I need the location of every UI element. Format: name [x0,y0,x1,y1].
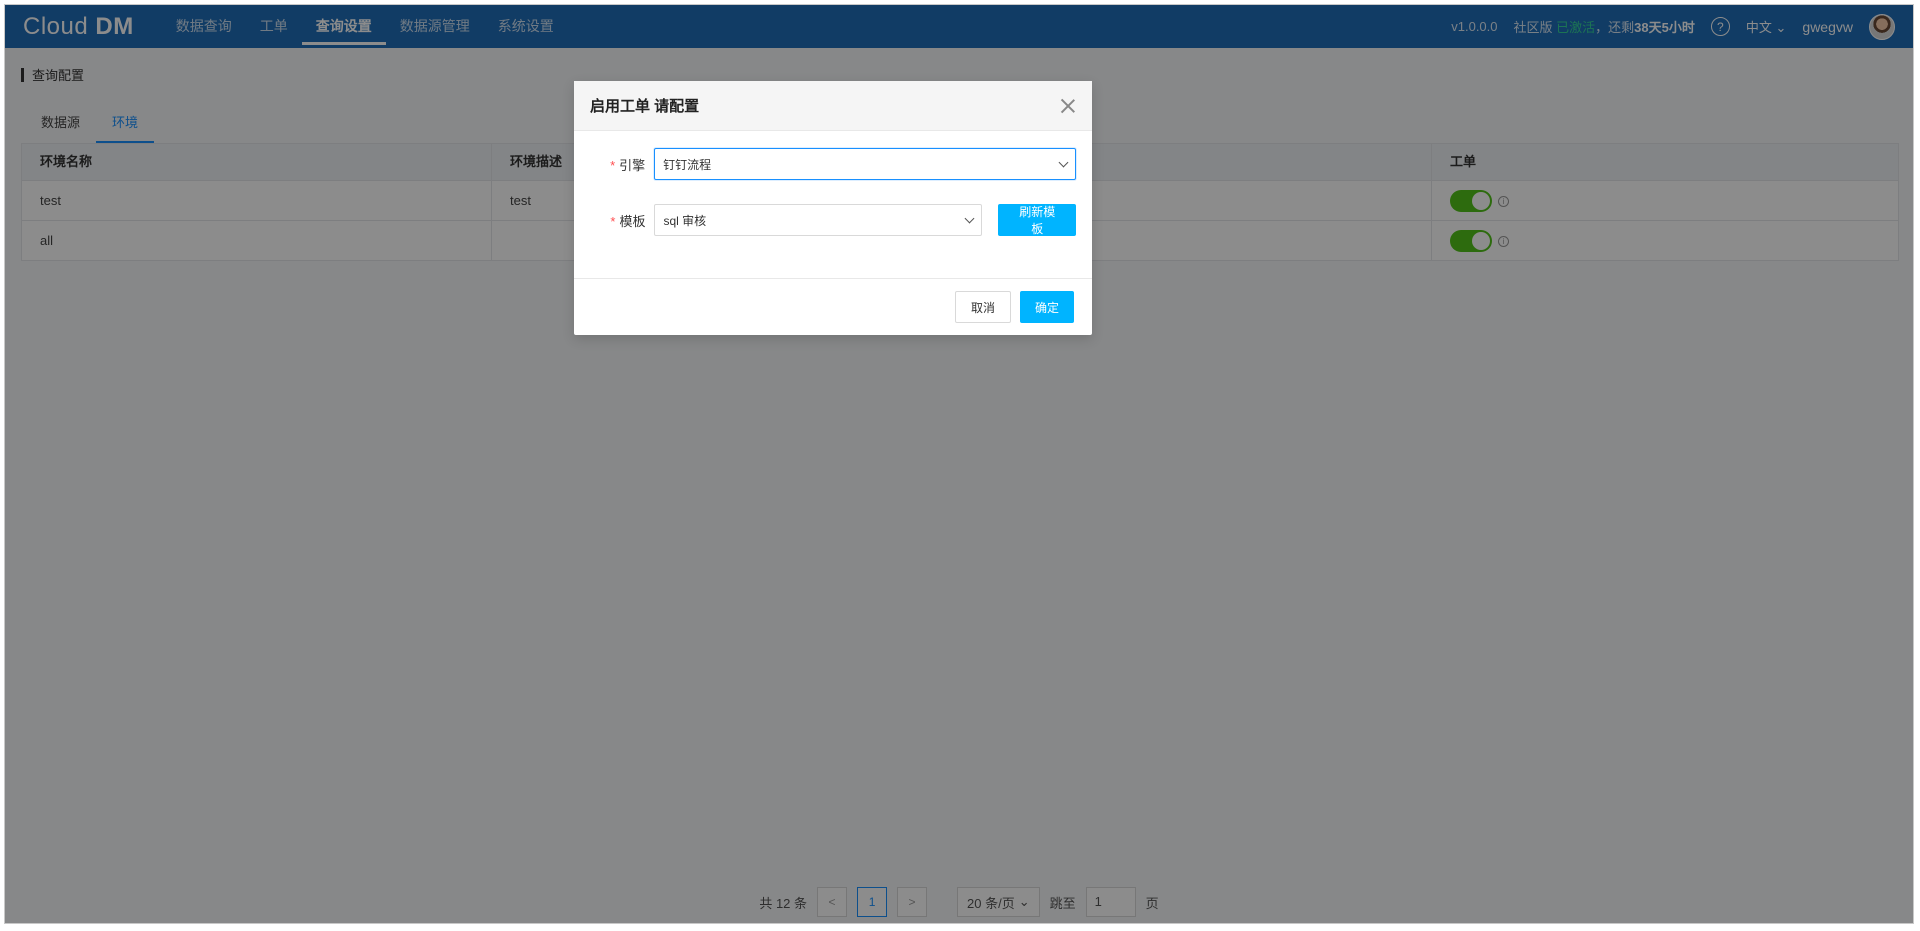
dialog-footer: 取消 确定 [574,278,1092,335]
enable-workorder-dialog: 启用工单 请配置 * 引擎 钉钉流程 * 模板 sql 审核 刷新模板 取消 确… [574,81,1092,335]
close-icon[interactable] [1060,98,1076,114]
refresh-template-button[interactable]: 刷新模板 [998,204,1076,236]
template-form-row: * 模板 sql 审核 刷新模板 [590,203,1076,237]
engine-label: * 引擎 [610,157,646,173]
confirm-button[interactable]: 确定 [1019,291,1074,323]
required-mark: * [610,213,616,229]
dialog-title: 启用工单 请配置 [590,98,700,115]
dialog-body: * 引擎 钉钉流程 * 模板 sql 审核 刷新模板 [574,131,1092,237]
chevron-down-icon [1058,157,1069,167]
dialog-header: 启用工单 请配置 [574,81,1092,131]
required-mark: * [610,157,616,173]
chevron-down-icon [964,213,975,223]
engine-form-row: * 引擎 钉钉流程 [590,147,1076,181]
template-selected-value: sql 审核 [663,213,707,228]
template-select[interactable]: sql 审核 [654,204,983,236]
engine-selected-value: 钉钉流程 [663,157,712,172]
app-window: Cloud DM 数据查询 工单 查询设置 数据源管理 系统设置 v1.0.0.… [4,4,1914,924]
template-label: * 模板 [610,213,646,229]
cancel-button[interactable]: 取消 [954,291,1011,323]
engine-select[interactable]: 钉钉流程 [654,148,1076,180]
